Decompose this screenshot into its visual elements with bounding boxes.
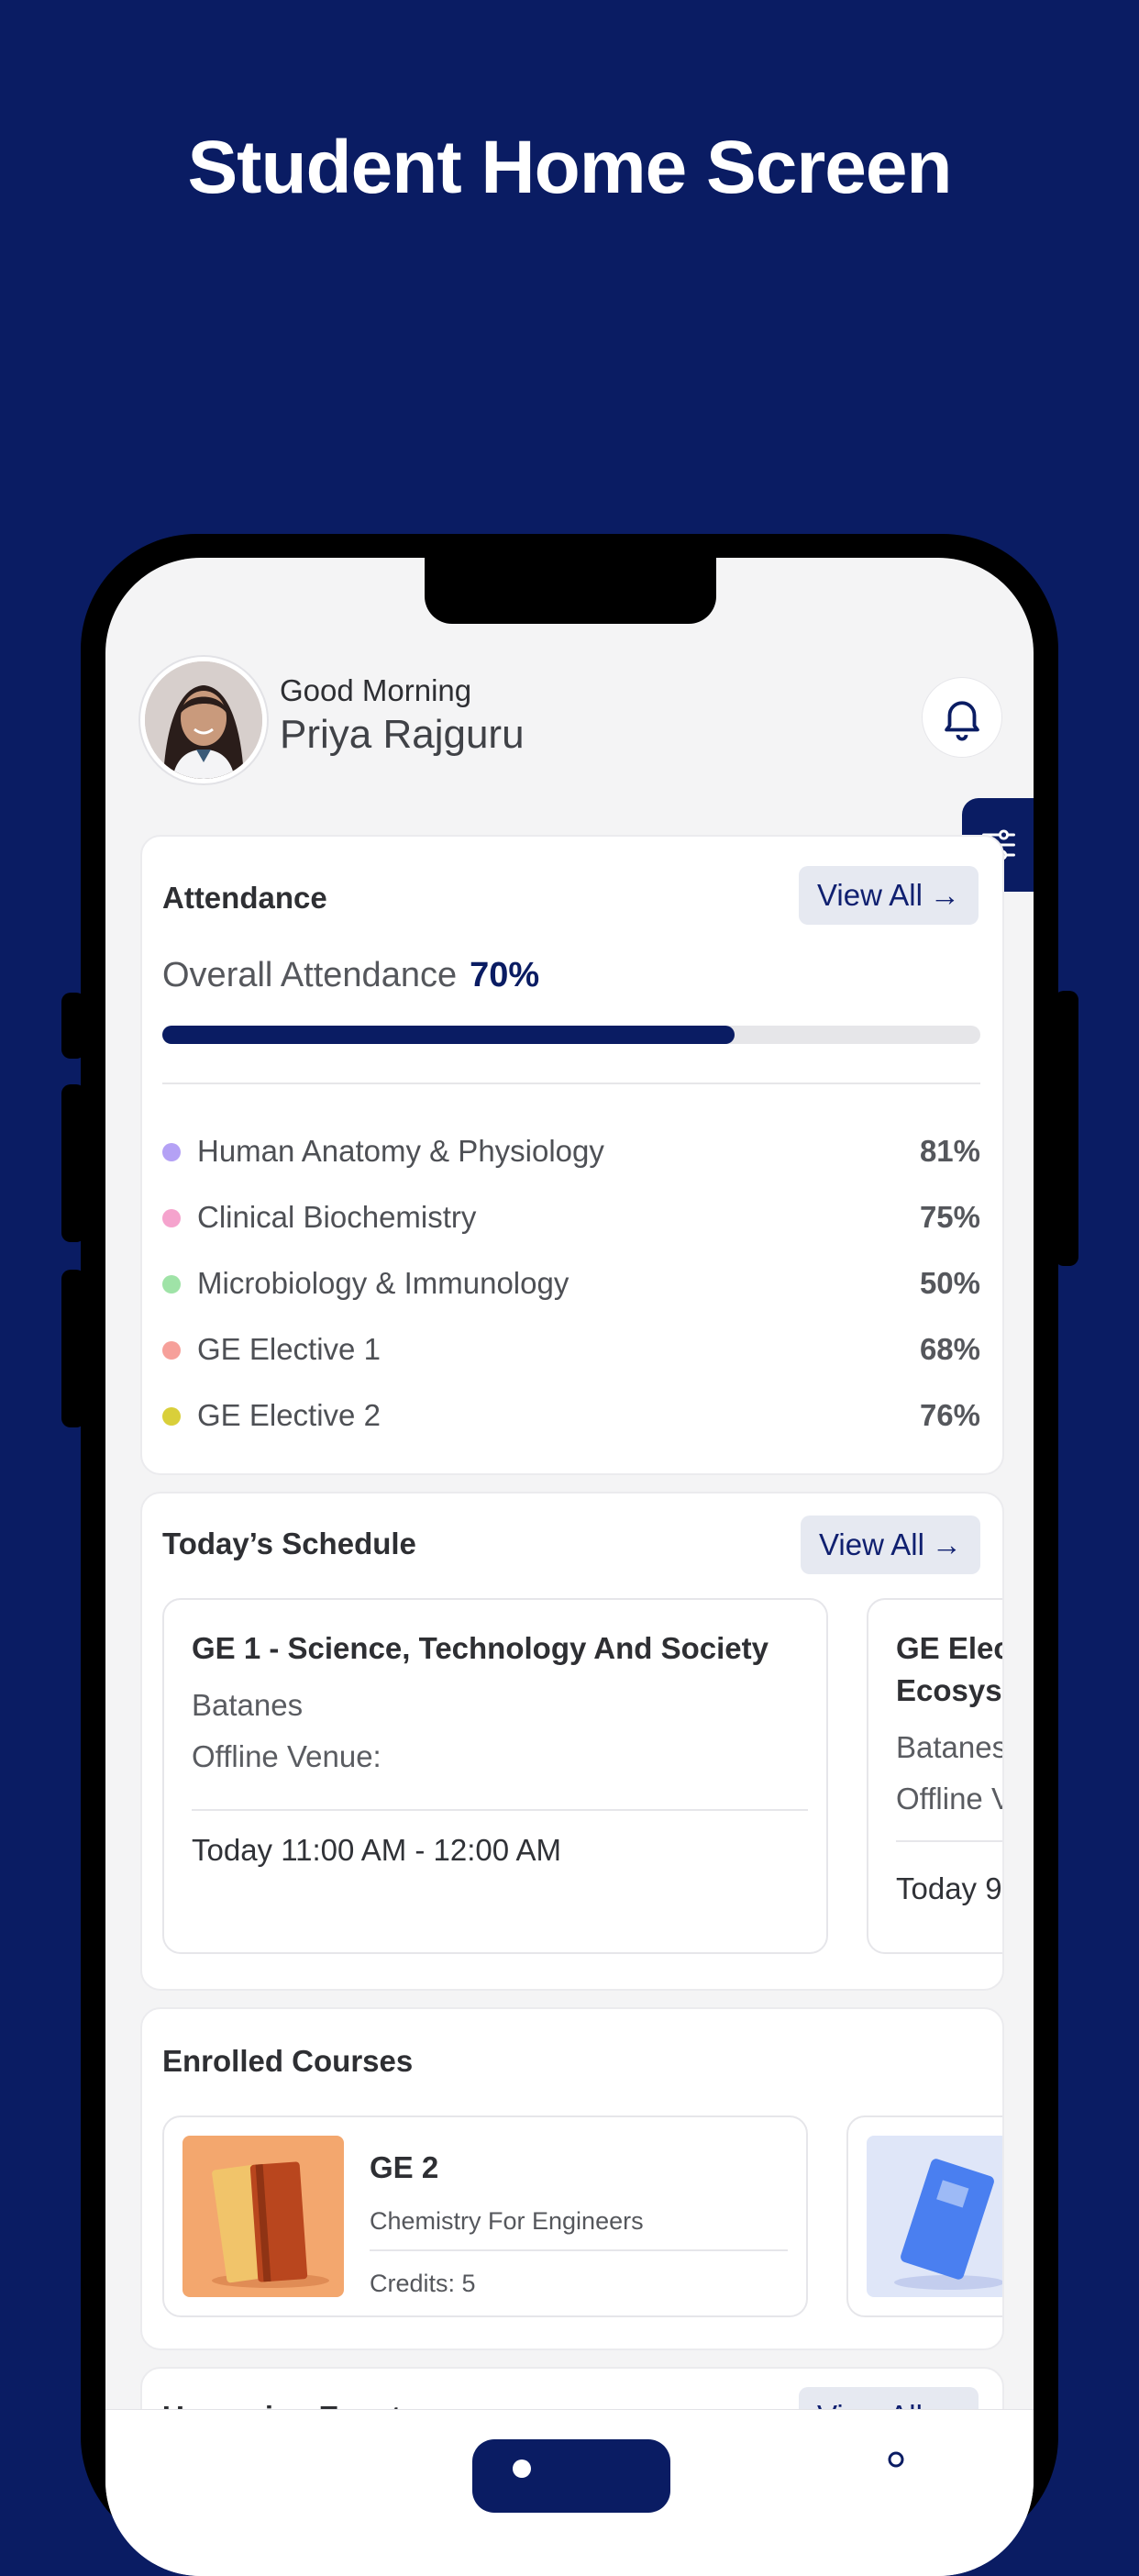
schedule-title: Today’s Schedule xyxy=(162,1527,416,1560)
courses-title: Enrolled Courses xyxy=(162,2044,414,2078)
attendance-progress-fill xyxy=(162,1026,735,1044)
subject-name: Clinical Biochemistry xyxy=(197,1200,477,1234)
schedule-card: Today’s Schedule View All → GE 1 - Scien… xyxy=(140,1492,1004,1991)
list-item[interactable]: Clinical Biochemistry 75% xyxy=(162,1200,980,1237)
avatar-photo xyxy=(145,661,262,779)
list-item[interactable]: Human Anatomy & Physiology 81% xyxy=(162,1134,980,1171)
profile-icon[interactable] xyxy=(878,2448,914,2485)
course-item[interactable] xyxy=(846,2115,1002,2317)
divider xyxy=(192,1809,808,1811)
attendance-title: Attendance xyxy=(162,881,327,915)
view-all-label: View All xyxy=(819,1527,924,1561)
attendance-view-all-button[interactable]: View All → xyxy=(799,866,979,925)
schedule-item-venue: Offline Venue: xyxy=(192,1739,382,1773)
list-item[interactable]: GE Elective 1 68% xyxy=(162,1332,980,1369)
course-credits: Credits: 5 xyxy=(370,2270,476,2297)
schedule-item-title-line: Ecosyst xyxy=(896,1673,1004,1707)
user-name: Priya Rajguru xyxy=(280,712,525,757)
home-icon xyxy=(513,2459,531,2478)
arrow-right-icon: → xyxy=(929,878,960,912)
subject-percent: 81% xyxy=(919,1134,980,1168)
bottom-navigation xyxy=(105,2409,1034,2576)
subject-percent: 76% xyxy=(919,1398,980,1432)
divider xyxy=(896,1840,1002,1842)
view-all-label: View All xyxy=(817,878,923,912)
subject-color-dot xyxy=(162,1143,181,1161)
schedule-item[interactable]: GE 1 - Science, Technology And Society B… xyxy=(162,1598,828,1954)
course-code: GE 2 xyxy=(370,2150,439,2184)
schedule-view-all-button[interactable]: View All → xyxy=(801,1516,980,1574)
hero-title: Student Home Screen xyxy=(187,126,952,209)
subject-percent: 50% xyxy=(919,1266,980,1300)
schedule-item[interactable]: GE Elec Ecosyst Batanes Offline V Today … xyxy=(867,1598,1004,1954)
phone-volume-down xyxy=(61,1270,85,1427)
phone-power-button xyxy=(1055,991,1078,1266)
avatar[interactable] xyxy=(140,657,267,783)
course-thumbnail xyxy=(182,2136,344,2297)
notifications-button[interactable] xyxy=(922,677,1002,758)
schedule-item-day: Today xyxy=(192,1833,273,1867)
list-item[interactable]: Microbiology & Immunology 50% xyxy=(162,1266,980,1303)
subject-name: GE Elective 1 xyxy=(197,1332,381,1366)
schedule-item-time: Today 9 xyxy=(896,1871,1002,1906)
greeting-text: Good Morning xyxy=(280,673,472,707)
course-name: Chemistry For Engineers xyxy=(370,2207,644,2235)
attendance-card: Attendance View All → Overall Attendance… xyxy=(140,835,1004,1475)
course-item[interactable]: GE 2 Chemistry For Engineers Credits: 5 xyxy=(162,2115,808,2317)
schedule-item-title-line: GE Elec xyxy=(896,1631,1004,1665)
schedule-item-hours: 9 xyxy=(985,1871,1002,1905)
list-item[interactable]: GE Elective 2 76% xyxy=(162,1398,980,1435)
subject-color-dot xyxy=(162,1275,181,1294)
subject-percent: 68% xyxy=(919,1332,980,1366)
book-icon xyxy=(867,2136,1002,2297)
subject-name: Human Anatomy & Physiology xyxy=(197,1134,604,1168)
schedule-item-location: Batanes xyxy=(896,1730,1004,1764)
phone-mute-switch xyxy=(61,993,85,1059)
divider xyxy=(370,2249,788,2251)
attendance-progress-bar xyxy=(162,1026,980,1044)
notch xyxy=(425,558,716,624)
course-thumbnail xyxy=(867,2136,1002,2297)
subject-name: Microbiology & Immunology xyxy=(197,1266,570,1300)
arrow-right-icon: → xyxy=(931,1527,962,1561)
courses-card: Enrolled Courses GE 2 Chemistry For Engi… xyxy=(140,2007,1004,2350)
phone-volume-up xyxy=(61,1084,85,1242)
nav-home-button[interactable] xyxy=(472,2439,670,2513)
phone-screen: Good Morning Priya Rajguru Attendance Vi… xyxy=(105,558,1034,2576)
schedule-item-day: Today xyxy=(896,1871,978,1905)
schedule-item-title: GE 1 - Science, Technology And Society xyxy=(192,1631,769,1665)
subject-color-dot xyxy=(162,1341,181,1360)
schedule-item-time: Today 11:00 AM - 12:00 AM xyxy=(192,1833,561,1868)
overall-attendance: Overall Attendance 70% xyxy=(162,956,539,995)
subject-name: GE Elective 2 xyxy=(197,1398,381,1432)
divider xyxy=(162,1083,980,1084)
books-icon xyxy=(182,2136,344,2297)
subject-percent: 75% xyxy=(919,1200,980,1234)
overall-attendance-label: Overall Attendance xyxy=(162,956,458,994)
overall-attendance-value: 70% xyxy=(470,956,540,994)
schedule-item-location: Batanes xyxy=(192,1688,304,1722)
subject-color-dot xyxy=(162,1209,181,1227)
schedule-item-hours: 11:00 AM - 12:00 AM xyxy=(281,1833,561,1867)
bell-icon xyxy=(945,701,979,741)
schedule-item-title: GE Elec Ecosyst xyxy=(896,1627,1004,1712)
subject-color-dot xyxy=(162,1407,181,1426)
schedule-item-venue: Offline V xyxy=(896,1782,1004,1815)
